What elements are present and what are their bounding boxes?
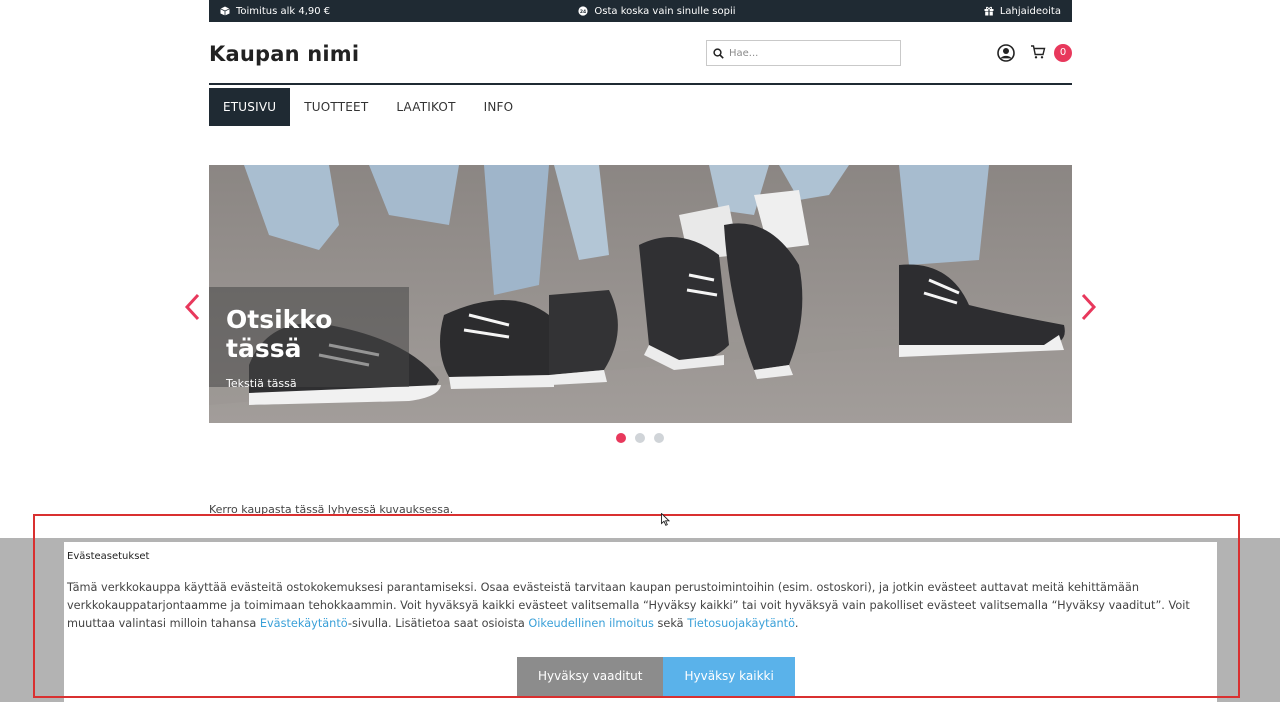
cart-count-badge[interactable]: 0 [1054,44,1072,62]
cookie-policy-link[interactable]: Evästekäytäntö [260,617,348,630]
search-icon [713,47,724,59]
gift-icon [984,6,994,16]
mouse-cursor-icon [661,513,670,526]
cookie-text-part: . [794,617,799,630]
slider-dot-3[interactable] [654,433,664,443]
hero-title: Otsikko tässä [226,305,333,363]
search-box[interactable] [706,40,901,66]
promo-info: 24 Osta koska vain sinulle sopii [578,5,736,17]
main-nav: ETUSIVU TUOTTEET LAATIKOT INFO [209,88,1072,126]
nav-item-tuotteet[interactable]: TUOTTEET [290,88,382,126]
header-divider [209,83,1072,85]
slider-next-chevron-icon[interactable] [1078,292,1098,322]
shipping-info: Toimitus alk 4,90 € [220,6,330,17]
hero-slider[interactable]: Otsikko tässä Tekstiä tässä [209,165,1072,423]
slider-prev-chevron-icon[interactable] [183,292,203,322]
gift-ideas-text: Lahjaideoita [999,5,1061,17]
shipping-text: Toimitus alk 4,90 € [236,5,331,17]
nav-item-laatikot[interactable]: LAATIKOT [382,88,469,126]
box-icon [220,6,230,16]
hero-text: Tekstiä tässä [226,377,297,390]
legal-notice-link[interactable]: Oikeudellinen ilmoitus [528,617,654,630]
site-header: Kaupan nimi 0 [209,34,1072,84]
nav-item-info[interactable]: INFO [470,88,528,126]
clock-24-icon: 24 [578,6,589,16]
privacy-policy-link[interactable]: Tietosuojakäytäntö [687,617,795,630]
cookie-text-part: -sivulla. Lisätietoa saat osioista [347,617,529,630]
top-info-bar: Toimitus alk 4,90 € 24 Osta koska vain s… [209,0,1072,22]
gift-ideas-link[interactable]: Lahjaideoita [984,6,1061,17]
cookie-text-part: sekä [653,617,688,630]
user-account-icon[interactable] [997,44,1015,62]
nav-item-etusivu[interactable]: ETUSIVU [209,88,291,126]
cookie-dialog-text: Tämä verkkokauppa käyttää evästeitä osto… [67,579,1214,633]
cookie-dialog-title: Evästeasetukset [67,551,150,562]
slider-dot-2[interactable] [635,433,645,443]
promo-text: Osta koska vain sinulle sopii [594,5,736,17]
slider-dot-1[interactable] [616,433,626,443]
cookie-consent-dialog: Evästeasetukset Tämä verkkokauppa käyttä… [64,542,1217,702]
store-logo[interactable]: Kaupan nimi [209,42,359,66]
slider-pagination [616,433,664,443]
search-input[interactable] [729,47,889,59]
accept-required-button[interactable]: Hyväksy vaaditut [517,657,664,696]
cookie-buttons: Hyväksy vaaditut Hyväksy kaikki [517,657,795,696]
svg-text:24: 24 [580,9,586,15]
store-description: Kerro kaupasta tässä lyhyessä kuvauksess… [209,503,454,516]
hero-caption: Otsikko tässä Tekstiä tässä [209,287,409,390]
accept-all-button[interactable]: Hyväksy kaikki [663,657,795,696]
cart-icon[interactable] [1030,44,1046,60]
